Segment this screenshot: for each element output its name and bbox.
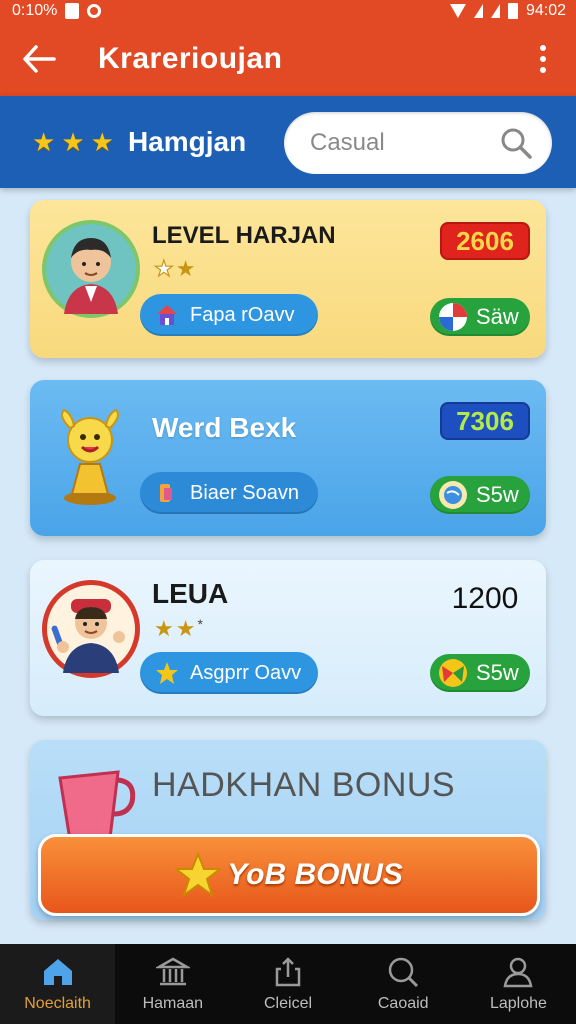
search-icon[interactable] — [500, 127, 532, 159]
score-badge: 2606 — [440, 222, 530, 260]
avatar — [42, 220, 140, 318]
avatar — [42, 580, 140, 678]
play-button[interactable]: S5w — [430, 476, 530, 514]
house-icon — [157, 305, 177, 325]
pill-label: Asgprr Oavv — [190, 661, 302, 684]
level-card[interactable]: Werd Bexk 7306 Biaer Soavn S5w — [30, 380, 546, 536]
play-label: S5w — [476, 482, 519, 507]
search-box[interactable] — [284, 112, 552, 174]
star-icon: ★ — [154, 616, 174, 641]
star-icon: ★ — [90, 126, 114, 157]
status-left-text: 0:10% — [12, 2, 58, 19]
trophy-icon — [61, 408, 119, 505]
wifi-icon — [449, 4, 466, 18]
header-title: Hamgjan — [127, 126, 247, 157]
play-button[interactable]: S5w — [430, 654, 530, 692]
status-left: 0:10% — [12, 2, 102, 20]
star-burst-icon — [156, 662, 178, 684]
play-label: Säw — [476, 304, 519, 329]
signal-icon-2 — [490, 4, 500, 18]
sparkle-icon: * — [197, 616, 203, 632]
status-time: 94:02 — [525, 2, 566, 19]
header-strip: ★ ★ ★ Hamgjan — [0, 96, 576, 188]
card-title: LEVEL HARJAN — [152, 222, 336, 249]
bonus-card: HADKHAN BONUS YoB BONUS — [30, 740, 546, 920]
star-icon: ★ — [32, 126, 56, 157]
sync-icon — [87, 4, 102, 18]
card-stars: ★ ★ — [153, 255, 196, 282]
level-card[interactable]: LEUA ★ ★ * 1200 Asgprr Oavv S5w — [30, 560, 546, 716]
nav-label: Laplohe — [489, 995, 547, 1012]
card-title: LEUA — [152, 578, 229, 609]
star-icon: ★ — [61, 126, 85, 157]
signal-icon — [473, 4, 483, 18]
nav-label: Caoaid — [377, 995, 429, 1012]
app-title: Krarerioujan — [98, 42, 283, 75]
ball-icon — [439, 659, 467, 687]
search-input[interactable] — [310, 129, 490, 157]
card-stars: ★ ★ * — [154, 616, 203, 642]
home-icon — [43, 959, 72, 985]
battery-icon — [507, 3, 518, 19]
status-bar: 0:10% 94:02 — [0, 0, 576, 22]
globe-icon — [439, 481, 467, 509]
search-icon — [388, 957, 419, 988]
nav-label: Hamaan — [142, 995, 204, 1012]
card-action-pill[interactable]: Fapa rOavv — [140, 294, 318, 336]
nav-item-share[interactable]: Cleicel — [230, 944, 345, 1024]
notification-icon — [65, 3, 80, 19]
bank-icon — [155, 957, 190, 986]
score-badge: 7306 — [440, 402, 530, 440]
nav-item-bank[interactable]: Hamaan — [115, 944, 230, 1024]
bonus-title: HADKHAN BONUS — [152, 766, 456, 804]
star-icon: ★ — [175, 616, 196, 641]
more-options-icon[interactable] — [528, 39, 558, 79]
bonus-button-label: YoB BONUS — [227, 858, 403, 891]
card-action-pill[interactable]: Biaer Soavn — [140, 472, 318, 514]
star-outline-icon: ★ — [153, 255, 174, 281]
nav-label: Noeclaith — [24, 995, 91, 1012]
play-button[interactable]: Säw — [430, 298, 530, 336]
status-right: 94:02 — [449, 2, 566, 20]
pill-label: Fapa rOavv — [190, 303, 295, 326]
bottom-navigation: Noeclaith Hamaan Cleicel Caoaid Laplohe — [0, 944, 576, 1024]
app-bar: Krarerioujan — [0, 22, 576, 96]
play-label: S5w — [476, 660, 519, 685]
star-icon: ★ — [175, 256, 196, 281]
share-icon — [275, 957, 301, 987]
bonus-button[interactable]: YoB BONUS — [38, 834, 540, 916]
back-arrow-icon[interactable] — [18, 38, 60, 80]
nav-item-search[interactable]: Caoaid — [346, 944, 461, 1024]
card-action-pill[interactable]: Asgprr Oavv — [140, 652, 318, 694]
level-card[interactable]: LEVEL HARJAN ★ ★ 2606 Fapa rOavv Säw — [30, 200, 546, 358]
star-icon — [175, 852, 222, 898]
nav-item-home[interactable]: Noeclaith — [0, 944, 116, 1024]
score-text: 1200 — [451, 582, 519, 615]
profile-icon — [503, 957, 533, 988]
pill-label: Biaer Soavn — [190, 481, 299, 504]
gift-icon — [160, 484, 172, 502]
header-stars: ★ ★ ★ — [32, 127, 114, 158]
card-title: Werd Bexk — [152, 412, 297, 443]
nav-label: Cleicel — [264, 995, 313, 1012]
nav-item-profile[interactable]: Laplohe — [461, 944, 576, 1024]
ball-icon — [439, 303, 467, 331]
